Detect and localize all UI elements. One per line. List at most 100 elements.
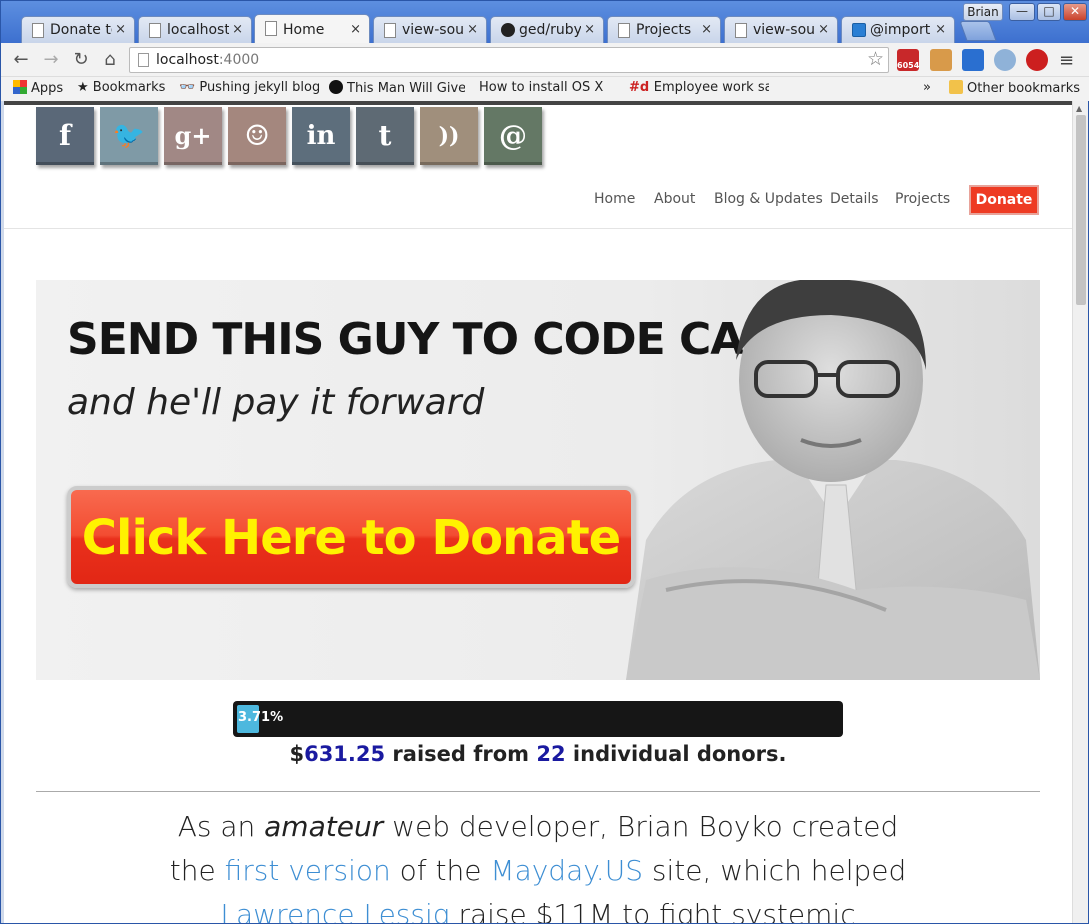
- nav-details[interactable]: Details: [830, 191, 879, 207]
- tab-label: ged/ruby-: [519, 22, 581, 38]
- lessig-link[interactable]: Lawrence Lessig: [220, 898, 449, 923]
- back-arrow-icon[interactable]: ←: [11, 50, 31, 70]
- bookmark-this-man[interactable]: This Man Will Give: [329, 80, 465, 96]
- mayday-link[interactable]: Mayday.US: [490, 854, 643, 887]
- page-icon: [265, 21, 277, 36]
- raised-amount: 631.25: [304, 742, 386, 766]
- vertical-scrollbar[interactable]: ▲: [1072, 101, 1088, 923]
- browser-toolbar: ← → ↻ ⌂ localhost:4000 ☆ 6054 ≡: [1, 43, 1089, 77]
- hero-banner: SEND THIS GUY TO CODE CAMP and he'll pay…: [36, 280, 1040, 680]
- nav-blog[interactable]: Blog & Updates: [714, 191, 823, 207]
- emphasis: amateur: [264, 810, 384, 843]
- tab-view-source[interactable]: view-sour ×: [373, 16, 487, 43]
- google-plus-icon[interactable]: g+: [164, 107, 222, 165]
- nav-about[interactable]: About: [654, 191, 695, 207]
- menu-icon[interactable]: ≡: [1059, 50, 1074, 71]
- bookmark-label: How to install OS X: [479, 80, 604, 95]
- gmail-extension-icon[interactable]: 6054: [897, 49, 919, 71]
- twitter-icon[interactable]: 🐦: [100, 107, 158, 165]
- extension-screen-icon[interactable]: [962, 49, 984, 71]
- page-icon: [384, 23, 396, 38]
- close-icon[interactable]: ×: [935, 22, 946, 37]
- raised-text: raised from: [385, 742, 537, 766]
- close-icon[interactable]: ×: [467, 22, 478, 37]
- text: web developer, Brian Boyko created: [383, 810, 899, 843]
- text: raise $11M to fight systemic: [449, 898, 856, 923]
- section-divider: [36, 791, 1040, 792]
- reddit-icon[interactable]: ☺: [228, 107, 286, 165]
- close-icon[interactable]: ×: [232, 22, 243, 37]
- forward-arrow-icon[interactable]: →: [41, 50, 61, 70]
- bookmark-star-icon[interactable]: ☆: [867, 48, 884, 70]
- bookmark-other[interactable]: Other bookmarks: [949, 80, 1080, 96]
- bookmark-jekyll[interactable]: 👓 Pushing jekyll blog: [179, 80, 319, 95]
- new-tab-button[interactable]: [959, 21, 997, 41]
- camera-extension-icon[interactable]: [994, 49, 1016, 71]
- first-version-link[interactable]: first version: [225, 854, 391, 887]
- text: As an: [177, 810, 265, 843]
- hero-donate-button[interactable]: Click Here to Donate: [67, 486, 635, 588]
- bookmark-install-osx[interactable]: How to install OS X: [479, 80, 619, 95]
- page-icon: [735, 23, 747, 38]
- github-icon: [501, 23, 515, 37]
- tab-strip: Donate to × localhost: × Home × view-sou…: [1, 1, 1089, 44]
- facebook-icon[interactable]: f: [36, 107, 94, 165]
- home-icon[interactable]: ⌂: [100, 50, 120, 70]
- bookmark-label: Other bookmarks: [967, 81, 1081, 96]
- extension-face-icon[interactable]: [930, 49, 952, 71]
- reload-icon[interactable]: ↻: [71, 50, 91, 70]
- url-port: :4000: [218, 52, 260, 68]
- close-icon[interactable]: ×: [350, 22, 361, 37]
- adblock-icon[interactable]: [1026, 49, 1048, 71]
- maximize-button[interactable]: □: [1037, 3, 1061, 21]
- hero-subtitle: and he'll pay it forward: [67, 382, 485, 423]
- user-profile-button[interactable]: Brian: [963, 3, 1003, 21]
- nav-donate-button[interactable]: Donate: [969, 185, 1039, 215]
- close-icon[interactable]: ×: [701, 22, 712, 37]
- donation-progress-bar: 3.71%: [233, 701, 843, 737]
- linkedin-icon[interactable]: in: [292, 107, 350, 165]
- intro-paragraph: As an amateur web developer, Brian Boyko…: [4, 805, 1072, 923]
- tab-home[interactable]: Home ×: [254, 14, 370, 44]
- text: of the: [390, 854, 491, 887]
- bookmark-label: Employee work sat: [653, 80, 769, 95]
- minimize-button[interactable]: —: [1009, 3, 1035, 21]
- bookmark-label: This Man Will Give: [347, 81, 465, 96]
- tab-donate[interactable]: Donate to ×: [21, 16, 135, 43]
- apps-grid-icon: [13, 80, 27, 94]
- nav-projects[interactable]: Projects: [895, 191, 950, 207]
- bookmark-employee[interactable]: #d Employee work sat: [629, 80, 769, 95]
- portrait-photo: [626, 280, 1040, 680]
- close-icon[interactable]: ×: [818, 22, 829, 37]
- raised-summary: $631.25 raised from 22 individual donors…: [4, 742, 1072, 766]
- tab-label: Donate to: [50, 22, 112, 38]
- tab-view-source-2[interactable]: view-sour ×: [724, 16, 838, 43]
- tab-github[interactable]: ged/ruby- ×: [490, 16, 604, 43]
- tumblr-icon[interactable]: t: [356, 107, 414, 165]
- close-icon[interactable]: ×: [115, 22, 126, 37]
- tab-import[interactable]: @import - ×: [841, 16, 955, 43]
- scroll-up-arrow-icon[interactable]: ▲: [1076, 104, 1082, 113]
- email-icon[interactable]: @: [484, 107, 542, 165]
- close-window-button[interactable]: ✕: [1063, 3, 1087, 21]
- chrome-icon: [852, 23, 866, 37]
- nav-home[interactable]: Home: [594, 191, 635, 207]
- page-icon: [138, 53, 149, 67]
- tab-projects[interactable]: Projects ×: [607, 16, 721, 43]
- gmail-badge: 6054: [897, 61, 920, 70]
- close-icon[interactable]: ×: [584, 22, 595, 37]
- tab-localhost[interactable]: localhost: ×: [138, 16, 252, 43]
- fc-icon: [329, 80, 343, 94]
- tab-label: localhost:: [167, 22, 229, 38]
- rss-icon[interactable]: )): [420, 107, 478, 165]
- page-icon: [149, 23, 161, 38]
- bookmark-bookmarks[interactable]: ★ Bookmarks: [77, 80, 165, 95]
- address-bar[interactable]: localhost:4000 ☆: [129, 47, 889, 73]
- text: the: [169, 854, 225, 887]
- tab-label: view-sour: [753, 22, 815, 38]
- folder-icon: [949, 80, 963, 94]
- bookmarks-overflow-chevron[interactable]: »: [923, 80, 931, 95]
- scroll-thumb[interactable]: [1076, 115, 1086, 305]
- bookmark-apps[interactable]: Apps: [13, 80, 63, 96]
- url-text[interactable]: localhost:4000: [156, 52, 259, 68]
